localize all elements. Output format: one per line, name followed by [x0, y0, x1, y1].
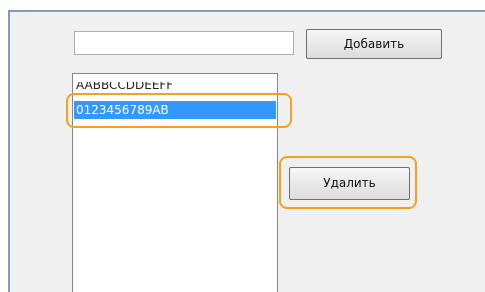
delete-button[interactable]: Удалить	[289, 167, 410, 200]
list-item[interactable]: AABBCCDDEEFF	[74, 82, 276, 94]
item-listbox[interactable]: AABBCCDDEEFF 0123456789AB	[72, 73, 278, 292]
add-item-input[interactable]	[74, 31, 294, 55]
add-button[interactable]: Добавить	[306, 29, 442, 59]
list-item-label: AABBCCDDEEFF	[76, 82, 174, 92]
list-item-selected[interactable]: 0123456789AB	[74, 101, 276, 119]
list-item-label: 0123456789AB	[76, 103, 169, 117]
